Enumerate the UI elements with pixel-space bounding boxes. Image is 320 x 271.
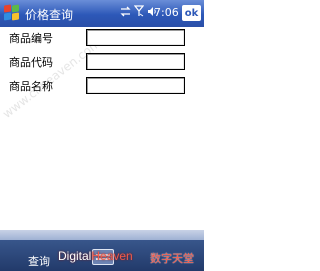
brand-suffix: Heaven bbox=[91, 249, 133, 263]
form-row-product-code: 商品代码 bbox=[9, 53, 86, 71]
product-name-label: 商品名称 bbox=[9, 80, 53, 93]
product-code-label: 商品代码 bbox=[9, 56, 53, 69]
brand-logo: DigitalHeaven bbox=[58, 249, 133, 263]
softkey-bar-highlight bbox=[0, 230, 204, 240]
window-title: 价格查询 bbox=[25, 8, 74, 22]
brand-prefix: Digital bbox=[58, 249, 92, 263]
product-name-input[interactable] bbox=[86, 77, 185, 94]
product-number-label: 商品编号 bbox=[9, 32, 53, 45]
start-menu-icon[interactable] bbox=[3, 4, 21, 22]
title-bar: 价格查询 7:06 ok bbox=[0, 0, 204, 27]
ok-button[interactable]: ok bbox=[182, 5, 201, 21]
query-softkey[interactable]: 查询 bbox=[28, 253, 50, 269]
product-number-input[interactable] bbox=[86, 29, 185, 46]
form-row-product-number: 商品编号 bbox=[9, 29, 86, 47]
product-code-input[interactable] bbox=[86, 53, 185, 70]
brand-cn-text: 数字天堂 bbox=[150, 252, 194, 265]
clock[interactable]: 7:06 bbox=[154, 6, 179, 19]
screen: 价格查询 7:06 ok www.cnheaven.com 商品编号 商品代码 … bbox=[0, 0, 204, 271]
form-row-product-name: 商品名称 bbox=[9, 77, 86, 95]
